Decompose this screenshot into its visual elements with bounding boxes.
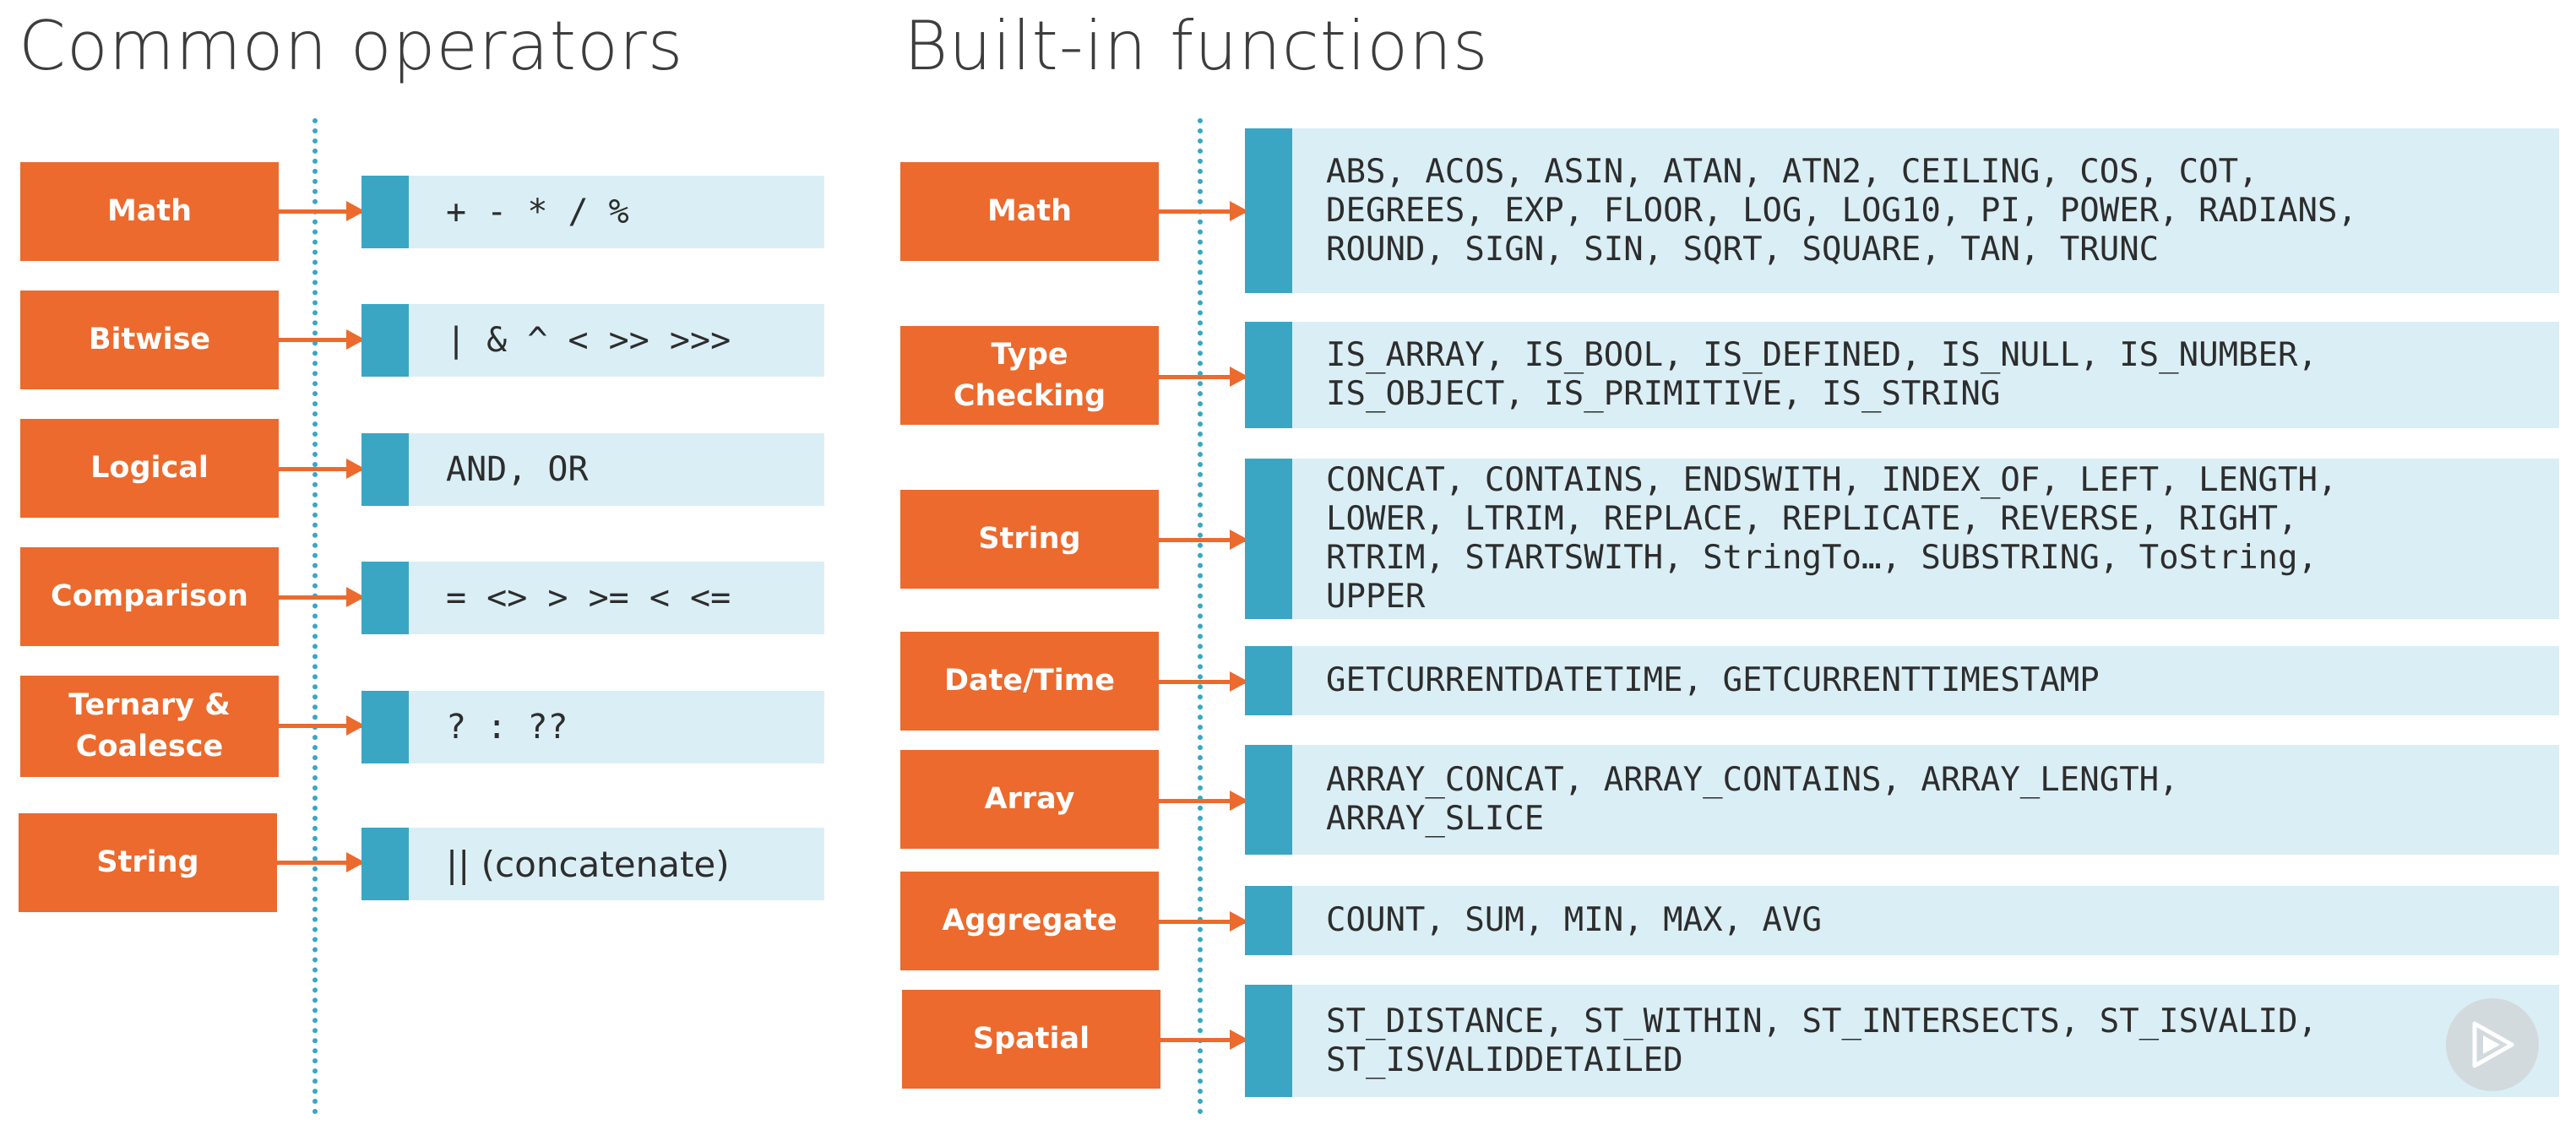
operator-values-bitwise: | & ^ < >> >>> bbox=[361, 304, 824, 377]
arrow-connector bbox=[1159, 911, 1248, 932]
operator-values-math: + - * / % bbox=[361, 176, 824, 248]
function-category-type-checking: Type Checking bbox=[900, 326, 1159, 425]
arrow-connector bbox=[1159, 790, 1248, 811]
operator-values-ternary-coalesce: ? : ?? bbox=[361, 691, 824, 763]
operator-category-math: Math bbox=[20, 162, 279, 261]
operator-category-ternary-coalesce: Ternary & Coalesce bbox=[20, 676, 279, 777]
function-line: DEGREES, EXP, FLOOR, LOG, LOG10, PI, POW… bbox=[1326, 191, 2357, 230]
function-line: LOWER, LTRIM, REPLACE, REPLICATE, REVERS… bbox=[1326, 500, 2298, 538]
arrow-connector bbox=[279, 329, 365, 350]
function-category-date-time: Date/Time bbox=[900, 632, 1159, 731]
operator-values-logical: AND, OR bbox=[361, 433, 824, 506]
function-line: RTRIM, STARTSWITH, StringTo…, SUBSTRING,… bbox=[1326, 539, 2318, 577]
arrow-connector bbox=[279, 201, 365, 221]
function-list-aggregate: COUNT, SUM, MIN, MAX, AVG bbox=[1245, 886, 2559, 955]
operator-category-bitwise: Bitwise bbox=[20, 291, 279, 389]
arrow-connector bbox=[279, 587, 365, 607]
operator-values-comparison: = <> > >= < <= bbox=[361, 562, 824, 634]
function-list-type-checking: IS_ARRAY, IS_BOOL, IS_DEFINED, IS_NULL, … bbox=[1245, 322, 2559, 428]
function-line: ST_ISVALIDDETAILED bbox=[1326, 1040, 1683, 1079]
function-line: ABS, ACOS, ASIN, ATAN, ATN2, CEILING, CO… bbox=[1326, 152, 2258, 191]
function-list-string: CONCAT, CONTAINS, ENDSWITH, INDEX_OF, LE… bbox=[1245, 459, 2559, 619]
arrow-connector bbox=[279, 715, 365, 736]
function-line: ARRAY_CONCAT, ARRAY_CONTAINS, ARRAY_LENG… bbox=[1326, 761, 2179, 799]
function-line: GETCURRENTDATETIME, GETCURRENTTIMESTAMP bbox=[1326, 661, 2100, 699]
function-line: UPPER bbox=[1326, 578, 1426, 616]
operator-category-logical: Logical bbox=[20, 419, 279, 518]
function-list-date-time: GETCURRENTDATETIME, GETCURRENTTIMESTAMP bbox=[1245, 646, 2559, 715]
arrow-connector bbox=[277, 852, 365, 872]
function-line: ARRAY_SLICE bbox=[1326, 800, 1545, 838]
built-in-functions-title: Built-in functions bbox=[904, 7, 1489, 85]
functions-divider-line bbox=[1198, 118, 1203, 1115]
operator-category-comparison: Comparison bbox=[20, 547, 279, 646]
operator-category-string: String bbox=[19, 813, 277, 912]
operator-values-string: || (concatenate) bbox=[361, 828, 824, 900]
arrow-connector bbox=[1159, 201, 1248, 221]
function-list-math: ABS, ACOS, ASIN, ATAN, ATN2, CEILING, CO… bbox=[1245, 128, 2559, 293]
common-operators-title: Common operators bbox=[19, 7, 684, 85]
operators-divider-line bbox=[312, 118, 318, 1115]
function-list-spatial: ST_DISTANCE, ST_WITHIN, ST_INTERSECTS, S… bbox=[1245, 985, 2559, 1097]
function-line: ROUND, SIGN, SIN, SQRT, SQUARE, TAN, TRU… bbox=[1326, 230, 2160, 269]
function-list-array: ARRAY_CONCAT, ARRAY_CONTAINS, ARRAY_LENG… bbox=[1245, 745, 2559, 855]
function-line: ST_DISTANCE, ST_WITHIN, ST_INTERSECTS, S… bbox=[1326, 1002, 2318, 1040]
arrow-connector bbox=[1159, 530, 1248, 550]
function-line: IS_ARRAY, IS_BOOL, IS_DEFINED, IS_NULL, … bbox=[1326, 336, 2318, 374]
function-category-aggregate: Aggregate bbox=[900, 872, 1159, 970]
play-icon bbox=[2472, 1021, 2514, 1068]
play-button[interactable] bbox=[2446, 998, 2539, 1091]
arrow-connector bbox=[1159, 367, 1248, 387]
function-line: CONCAT, CONTAINS, ENDSWITH, INDEX_OF, LE… bbox=[1326, 461, 2338, 499]
arrow-connector bbox=[1159, 671, 1248, 692]
function-category-array: Array bbox=[900, 750, 1159, 849]
arrow-connector bbox=[1160, 1029, 1248, 1050]
function-line: IS_OBJECT, IS_PRIMITIVE, IS_STRING bbox=[1326, 375, 2001, 413]
function-category-string: String bbox=[900, 490, 1159, 589]
function-category-spatial: Spatial bbox=[902, 990, 1160, 1089]
function-line: COUNT, SUM, MIN, MAX, AVG bbox=[1326, 901, 1822, 939]
function-category-math: Math bbox=[900, 162, 1159, 261]
arrow-connector bbox=[279, 459, 365, 479]
